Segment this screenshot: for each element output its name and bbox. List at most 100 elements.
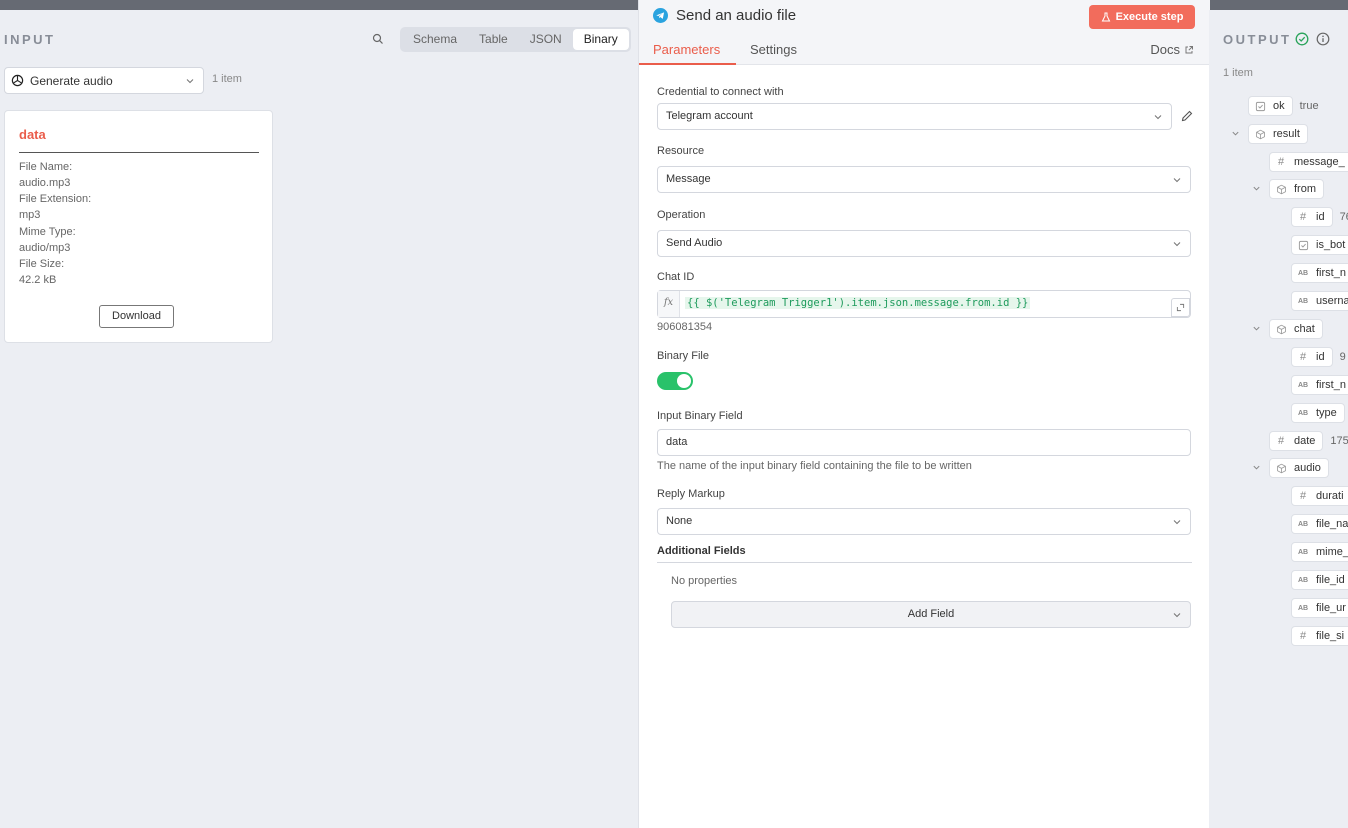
schema-field-value: 9 xyxy=(1339,351,1346,363)
input-node-select[interactable]: Generate audio xyxy=(4,67,204,94)
schema-field-key: id xyxy=(1316,351,1325,363)
tab-schema[interactable]: Schema xyxy=(402,29,468,50)
node-title: Send an audio file xyxy=(653,7,796,24)
search-icon[interactable] xyxy=(372,33,384,45)
bool-type-icon xyxy=(1297,239,1309,251)
tab-table[interactable]: Table xyxy=(468,29,519,50)
chevron-down-icon[interactable] xyxy=(1252,184,1261,193)
schema-field-date[interactable]: # date 175 xyxy=(1269,431,1348,451)
chevron-down-icon xyxy=(1173,178,1181,183)
schema-field-type[interactable]: AB type xyxy=(1291,403,1345,423)
card-divider xyxy=(19,152,259,153)
schema-field-file-ur[interactable]: AB file_ur xyxy=(1291,598,1348,618)
file-extension-value: mp3 xyxy=(19,209,41,221)
binary-file-label: Binary File xyxy=(657,350,709,362)
tab-json[interactable]: JSON xyxy=(519,29,573,50)
schema-field-file-si[interactable]: # file_si xyxy=(1291,626,1348,646)
number-type-icon: # xyxy=(1299,211,1307,223)
info-icon[interactable] xyxy=(1316,32,1330,46)
telegram-icon xyxy=(653,8,668,23)
chevron-down-icon xyxy=(1173,613,1181,618)
schema-field-key: message_ xyxy=(1294,156,1345,168)
number-type-icon: # xyxy=(1277,156,1285,168)
chevron-down-icon[interactable] xyxy=(1252,324,1261,333)
tab-binary[interactable]: Binary xyxy=(572,29,629,50)
schema-field-result[interactable]: result xyxy=(1232,124,1308,144)
schema-field-pill: AB file_id xyxy=(1291,570,1348,590)
schema-field-is-bot[interactable]: is_bot xyxy=(1291,235,1348,255)
schema-field-id[interactable]: # id 9 xyxy=(1291,347,1346,367)
schema-field-ok[interactable]: ok true xyxy=(1248,96,1319,116)
operation-select[interactable]: Send Audio xyxy=(657,230,1191,257)
schema-field-pill: # id xyxy=(1291,347,1333,367)
schema-field-first-n[interactable]: AB first_n xyxy=(1291,375,1348,395)
docs-link[interactable]: Docs xyxy=(1150,42,1194,57)
schema-field-key: audio xyxy=(1294,462,1321,474)
credential-select[interactable]: Telegram account xyxy=(657,103,1172,130)
schema-field-pill: # id xyxy=(1291,207,1333,227)
schema-field-file-na[interactable]: AB file_na xyxy=(1291,514,1348,534)
add-field-button[interactable]: Add Field xyxy=(671,601,1191,628)
pencil-icon[interactable] xyxy=(1180,109,1194,123)
download-button[interactable]: Download xyxy=(99,305,174,328)
chat-id-expression-field[interactable]: fx {{ $('Telegram Trigger1').item.json.m… xyxy=(657,290,1191,318)
schema-field-chat[interactable]: chat xyxy=(1253,319,1323,339)
schema-field-pill: AB mime_ xyxy=(1291,542,1348,562)
file-name-value: audio.mp3 xyxy=(19,177,71,189)
schema-field-key: id xyxy=(1316,211,1325,223)
add-field-label: Add Field xyxy=(907,608,955,620)
tab-settings[interactable]: Settings xyxy=(750,42,797,57)
schema-field-first-n[interactable]: AB first_n xyxy=(1291,263,1348,283)
credential-label: Credential to connect with xyxy=(657,86,784,98)
schema-field-message-[interactable]: # message_ xyxy=(1269,152,1348,172)
active-tab-underline xyxy=(639,63,736,65)
input-title: INPUT xyxy=(4,32,56,47)
chevron-down-icon xyxy=(186,79,194,84)
chevron-down-icon[interactable] xyxy=(1252,463,1261,472)
tab-parameters[interactable]: Parameters xyxy=(653,42,720,57)
bool-type-icon xyxy=(1254,100,1266,112)
schema-field-file-id[interactable]: AB file_id xyxy=(1291,570,1348,590)
string-type-icon: AB xyxy=(1297,520,1309,528)
output-title: OUTPUT xyxy=(1223,32,1292,47)
params-header: Send an audio file Execute step Paramete… xyxy=(639,0,1210,65)
schema-field-pill: AB file_ur xyxy=(1291,598,1348,618)
execute-step-button[interactable]: Execute step xyxy=(1089,5,1195,29)
schema-field-durati[interactable]: # durati xyxy=(1291,486,1348,506)
docs-link-label: Docs xyxy=(1150,42,1180,57)
schema-field-pill: from xyxy=(1269,179,1324,199)
reply-markup-value: None xyxy=(666,515,693,527)
schema-field-key: is_bot xyxy=(1316,239,1346,251)
schema-field-key: file_na xyxy=(1316,518,1348,530)
schema-field-key: ok xyxy=(1273,100,1285,112)
chevron-down-icon xyxy=(1173,520,1181,525)
schema-field-id[interactable]: # id 76 xyxy=(1291,207,1348,227)
openai-icon xyxy=(11,74,24,87)
display-mode-tabs: Schema Table JSON Binary xyxy=(400,27,631,52)
schema-field-key: file_ur xyxy=(1316,602,1346,614)
schema-field-pill: chat xyxy=(1269,319,1323,339)
binary-card-title: data xyxy=(19,127,46,142)
binary-file-toggle[interactable] xyxy=(657,372,693,390)
schema-field-pill: AB first_n xyxy=(1291,375,1348,395)
schema-field-key: file_id xyxy=(1316,574,1345,586)
schema-field-key: chat xyxy=(1294,323,1315,335)
schema-field-userna[interactable]: AB userna xyxy=(1291,291,1348,311)
schema-field-audio[interactable]: audio xyxy=(1253,458,1329,478)
schema-field-mime-[interactable]: AB mime_ xyxy=(1291,542,1348,562)
schema-field-key: durati xyxy=(1316,490,1344,502)
resource-select[interactable]: Message xyxy=(657,166,1191,193)
resource-select-value: Message xyxy=(666,173,711,185)
success-check-icon xyxy=(1295,32,1309,46)
schema-field-pill: # durati xyxy=(1291,486,1348,506)
string-type-icon: AB xyxy=(1297,269,1309,277)
object-type-icon xyxy=(1275,462,1287,474)
reply-markup-select[interactable]: None xyxy=(657,508,1191,535)
schema-field-pill: AB file_na xyxy=(1291,514,1348,534)
input-node-select-label: Generate audio xyxy=(30,73,113,88)
input-binary-field[interactable]: data xyxy=(657,429,1191,456)
input-binary-field-label: Input Binary Field xyxy=(657,410,743,422)
expand-expression-icon[interactable] xyxy=(1171,298,1190,317)
chevron-down-icon[interactable] xyxy=(1231,129,1240,138)
schema-field-from[interactable]: from xyxy=(1253,179,1324,199)
